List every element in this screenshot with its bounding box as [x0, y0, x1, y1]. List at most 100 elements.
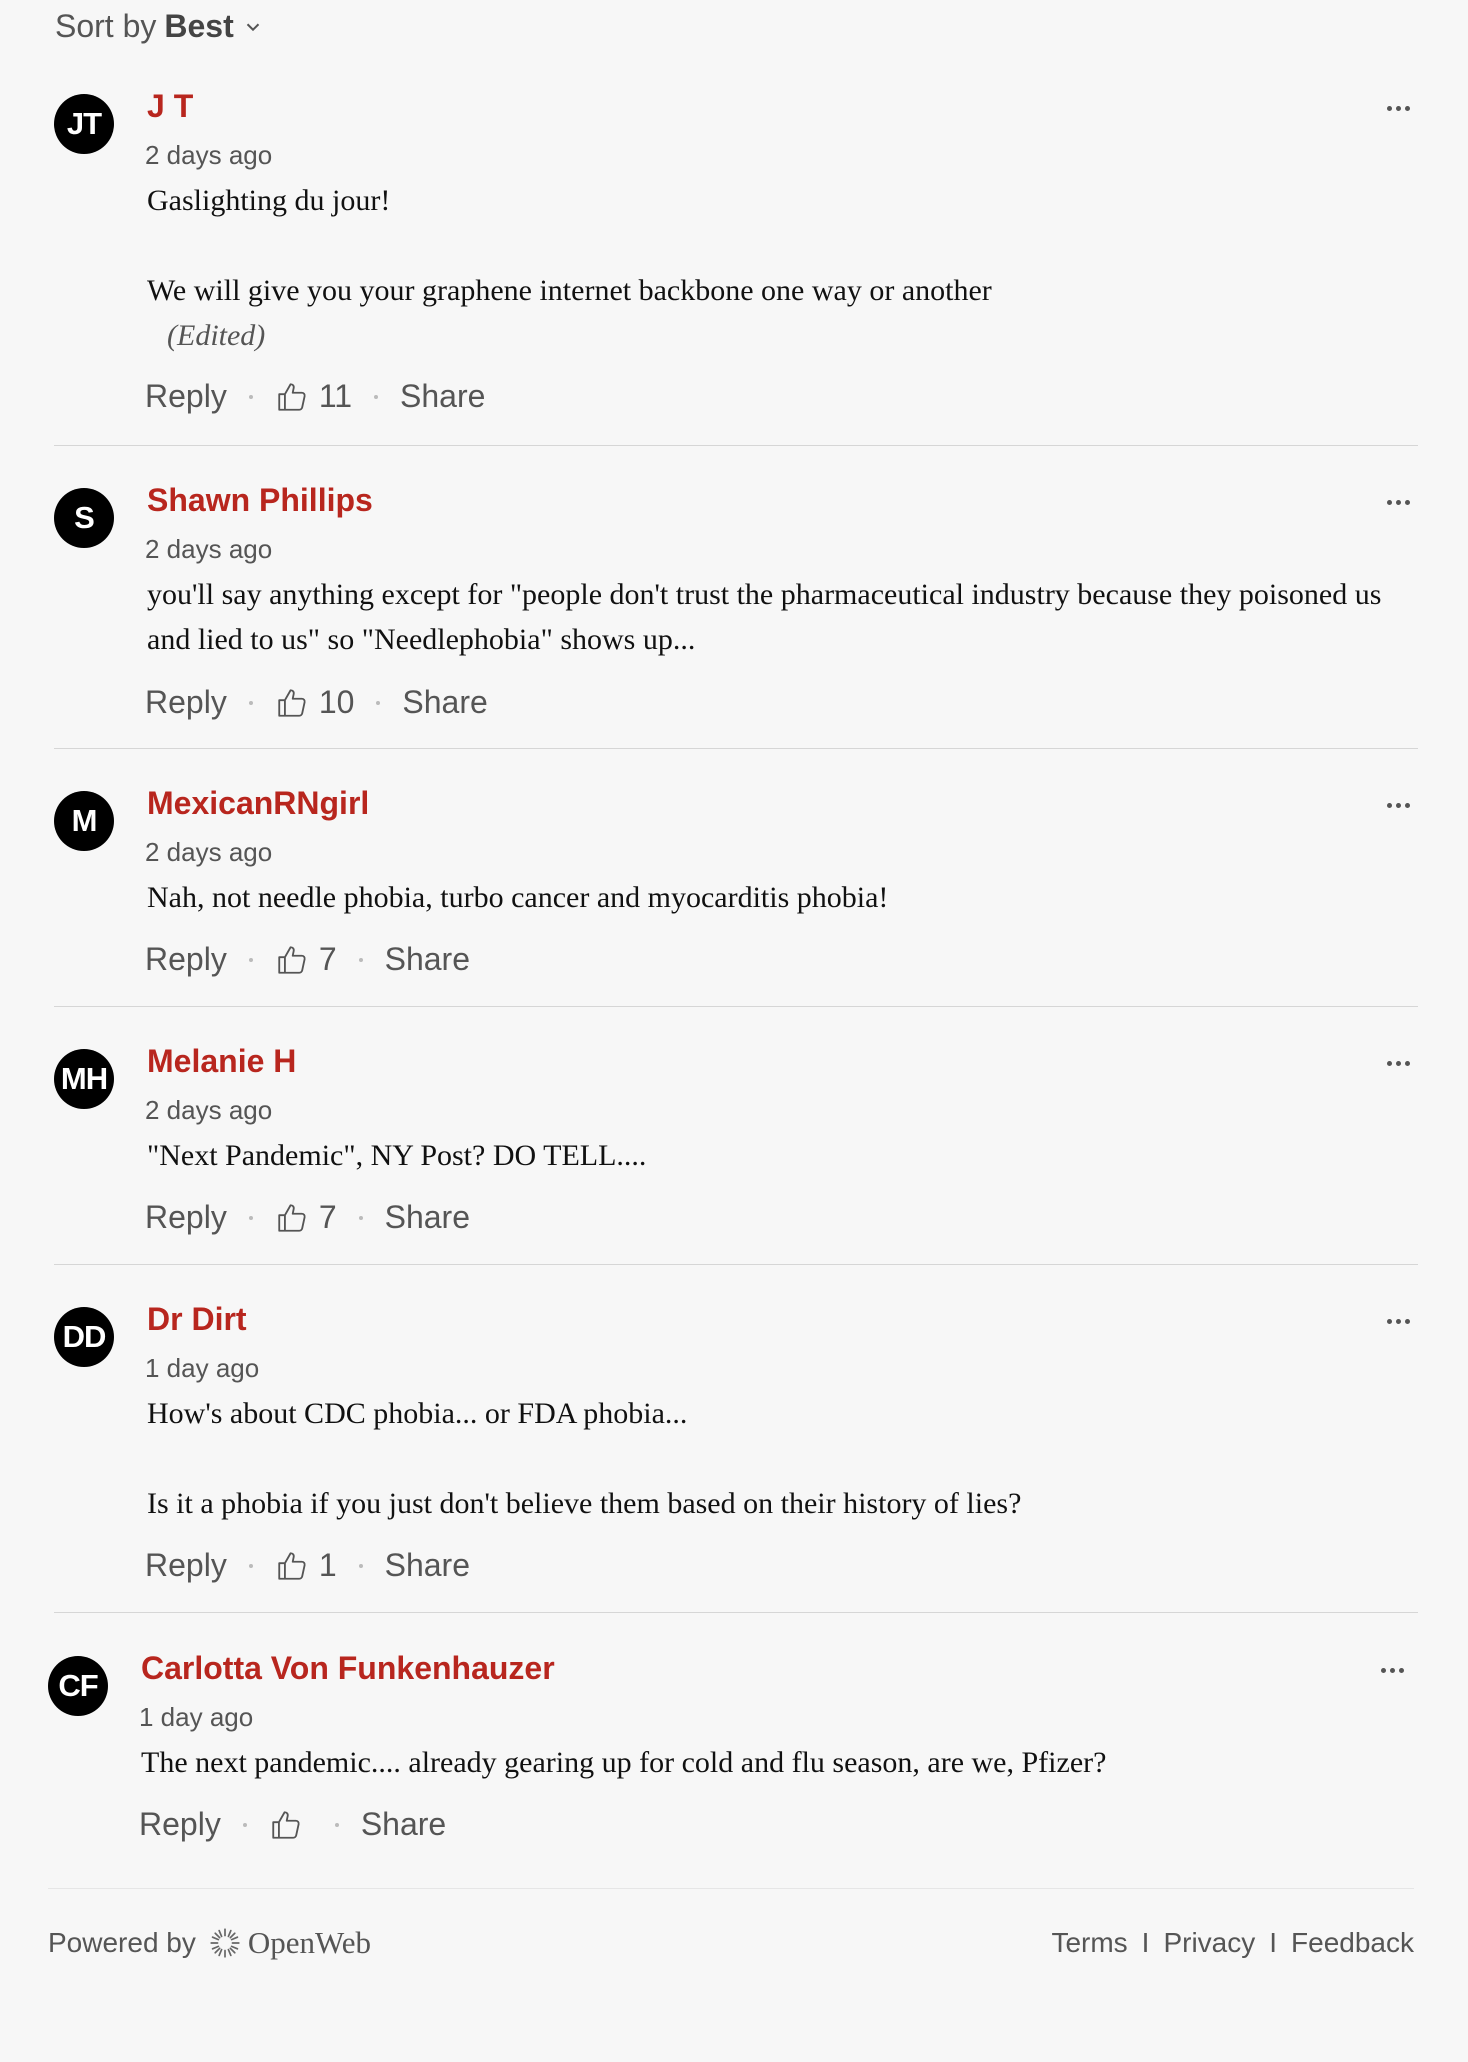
separator-dot: [358, 1215, 363, 1220]
separator-dot: [374, 394, 379, 399]
link-separator: I: [1269, 1927, 1278, 1958]
avatar[interactable]: MH: [54, 1049, 114, 1109]
more-options-icon[interactable]: [1378, 795, 1418, 815]
comment-paragraph: Nah, not needle phobia, turbo cancer and…: [147, 881, 889, 914]
comment-actions: Reply 7 Share: [145, 1199, 470, 1236]
like-count: 7: [318, 941, 337, 977]
author-name[interactable]: Melanie H: [147, 1043, 296, 1080]
author-name[interactable]: Shawn Phillips: [147, 482, 373, 519]
author-name[interactable]: J T: [147, 88, 193, 125]
openweb-logo[interactable]: OpenWeb: [208, 1925, 371, 1961]
like-button[interactable]: 11: [275, 378, 352, 415]
avatar[interactable]: M: [54, 791, 114, 851]
terms-link[interactable]: Terms: [1051, 1927, 1127, 1959]
author-name[interactable]: Carlotta Von Funkenhauzer: [141, 1650, 555, 1687]
reply-button[interactable]: Reply: [145, 684, 227, 721]
comment-time: 2 days ago: [145, 1095, 273, 1125]
thumbs-up-icon: [278, 945, 306, 974]
reply-button[interactable]: Reply: [139, 1806, 221, 1843]
share-button[interactable]: Share: [361, 1806, 446, 1843]
comment-time: 2 days ago: [145, 140, 273, 170]
more-options-icon[interactable]: [1378, 98, 1418, 118]
comment: DD Dr Dirt 1 day ago How's about CDC pho…: [54, 1301, 1418, 1597]
divider: [54, 748, 1418, 749]
share-button[interactable]: Share: [385, 1547, 470, 1584]
more-options-icon[interactable]: [1378, 492, 1418, 512]
comment: S Shawn Phillips 2 days ago you'll say a…: [54, 482, 1418, 738]
privacy-link[interactable]: Privacy: [1163, 1927, 1255, 1959]
brand-name: OpenWeb: [247, 1925, 372, 1960]
comment-body: "Next Pandemic", NY Post? DO TELL....: [147, 1133, 1387, 1178]
like-button[interactable]: 7: [275, 941, 337, 978]
reply-button[interactable]: Reply: [145, 378, 227, 415]
like-count: 1: [318, 1547, 337, 1583]
comment-body: Nah, not needle phobia, turbo cancer and…: [147, 875, 1387, 920]
divider: [54, 1264, 1418, 1265]
comment-body: How's about CDC phobia... or FDA phobia.…: [147, 1391, 1387, 1526]
comment-paragraph: How's about CDC phobia... or FDA phobia.…: [147, 1397, 688, 1430]
comment: JT J T 2 days ago Gaslighting du jour! W…: [54, 88, 1418, 424]
sort-prefix: Sort by: [55, 8, 157, 44]
like-button[interactable]: [269, 1808, 313, 1842]
comment-body: The next pandemic.... already gearing up…: [141, 1740, 1381, 1785]
comment: M MexicanRNgirl 2 days ago Nah, not need…: [54, 785, 1418, 991]
footer: Powered by OpenWeb Terms I Privacy I Fee…: [48, 1918, 1414, 1968]
separator-dot: [334, 1822, 339, 1827]
comment-actions: Reply 7 Share: [145, 941, 470, 978]
thumbs-up-icon: [278, 1203, 306, 1232]
comment-actions: Reply 11 Share: [145, 378, 485, 415]
separator-dot: [248, 1215, 253, 1220]
separator-dot: [358, 1563, 363, 1568]
share-button[interactable]: Share: [400, 378, 485, 415]
like-button[interactable]: 1: [275, 1547, 337, 1584]
avatar[interactable]: JT: [54, 94, 114, 154]
separator-dot: [248, 700, 253, 705]
more-options-icon[interactable]: [1378, 1053, 1418, 1073]
author-name[interactable]: MexicanRNgirl: [147, 785, 369, 822]
thumbs-up-icon: [278, 688, 306, 717]
avatar[interactable]: DD: [54, 1307, 114, 1367]
divider: [48, 1888, 1414, 1889]
link-separator: I: [1141, 1927, 1150, 1958]
separator-dot: [376, 700, 381, 705]
divider: [54, 445, 1418, 446]
like-count: 11: [318, 378, 353, 414]
comment-paragraph: Is it a phobia if you just don't believe…: [147, 1487, 1022, 1520]
divider: [54, 1006, 1418, 1007]
comment-paragraph: We will give you your graphene internet …: [147, 274, 992, 307]
avatar[interactable]: CF: [48, 1656, 108, 1716]
comment-time: 2 days ago: [145, 837, 273, 867]
comment: CF Carlotta Von Funkenhauzer 1 day ago T…: [48, 1650, 1412, 1856]
comment-time: 1 day ago: [145, 1353, 260, 1383]
separator-dot: [242, 1822, 247, 1827]
comment-paragraph: "Next Pandemic", NY Post? DO TELL....: [147, 1139, 647, 1172]
thumbs-up-icon: [278, 1551, 306, 1580]
comment-body: Gaslighting du jour! We will give you yo…: [147, 178, 1387, 358]
powered-by: Powered by OpenWeb: [48, 1925, 371, 1961]
comment-paragraph: Gaslighting du jour!: [147, 184, 391, 217]
thumbs-up-icon: [272, 1810, 300, 1839]
comment-actions: Reply 1 Share: [145, 1547, 470, 1584]
like-button[interactable]: 7: [275, 1199, 337, 1236]
like-count: 7: [318, 1199, 337, 1235]
share-button[interactable]: Share: [385, 1199, 470, 1236]
reply-button[interactable]: Reply: [145, 1199, 227, 1236]
reply-button[interactable]: Reply: [145, 1547, 227, 1584]
comment-actions: Reply 10 Share: [145, 684, 488, 721]
more-options-icon[interactable]: [1378, 1311, 1418, 1331]
reply-button[interactable]: Reply: [145, 941, 227, 978]
comment-time: 2 days ago: [145, 534, 273, 564]
chevron-down-icon: [246, 23, 259, 31]
comment-actions: Reply Share: [139, 1806, 446, 1843]
comments-page: Sort by Best JT J T 2 days ago Gaslighti…: [0, 0, 1468, 2062]
separator-dot: [248, 394, 253, 399]
share-button[interactable]: Share: [385, 941, 470, 978]
comment-paragraph: The next pandemic.... already gearing up…: [141, 1746, 1107, 1779]
author-name[interactable]: Dr Dirt: [147, 1301, 247, 1338]
share-button[interactable]: Share: [402, 684, 487, 721]
feedback-link[interactable]: Feedback: [1291, 1927, 1414, 1959]
avatar[interactable]: S: [54, 488, 114, 548]
sort-dropdown[interactable]: Sort by Best: [55, 8, 264, 45]
like-button[interactable]: 10: [275, 684, 354, 721]
more-options-icon[interactable]: [1372, 1660, 1412, 1680]
